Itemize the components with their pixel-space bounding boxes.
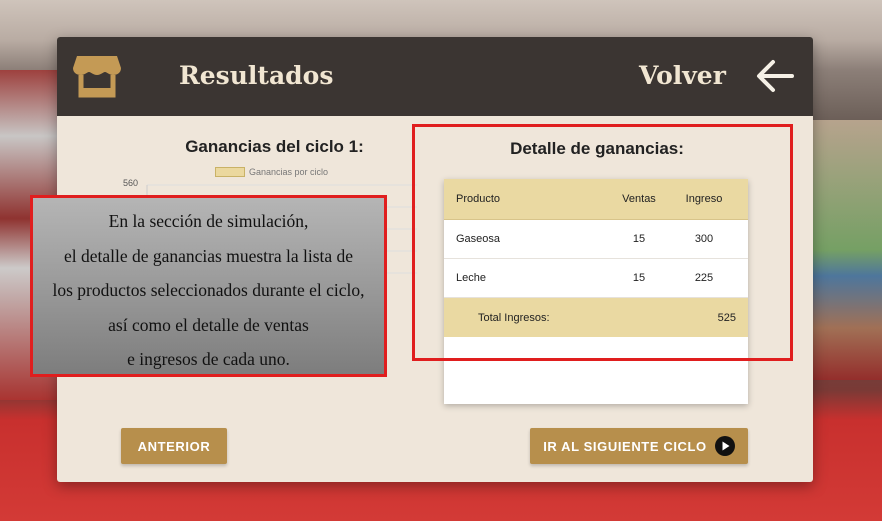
chart-title: Ganancias del ciclo 1: [185, 137, 364, 156]
annotation-line: así como el detalle de ventas [108, 314, 309, 335]
page-title: Resultados [179, 61, 334, 90]
tutorial-annotation: En la sección de simulación, el detalle … [30, 195, 387, 377]
panel-header: Resultados Volver [57, 37, 813, 116]
annotation-line: los productos seleccionados durante el c… [52, 280, 365, 300]
detail-highlight-frame [412, 124, 793, 361]
background-blur-right [812, 120, 882, 380]
annotation-line: En la sección de simulación, [108, 211, 309, 231]
annotation-line: e ingresos de cada uno. [127, 349, 290, 369]
back-button-label[interactable]: Volver [639, 61, 726, 90]
previous-button[interactable]: ANTERIOR [121, 428, 227, 464]
store-icon [73, 56, 121, 98]
next-cycle-button[interactable]: IR AL SIGUIENTE CICLO [530, 428, 748, 464]
play-circle-icon [714, 436, 735, 456]
arrow-left-icon[interactable] [756, 59, 794, 93]
annotation-line: el detalle de ganancias muestra la lista… [63, 245, 354, 266]
previous-button-label: ANTERIOR [137, 438, 211, 454]
next-cycle-button-label: IR AL SIGUIENTE CICLO [543, 438, 707, 454]
